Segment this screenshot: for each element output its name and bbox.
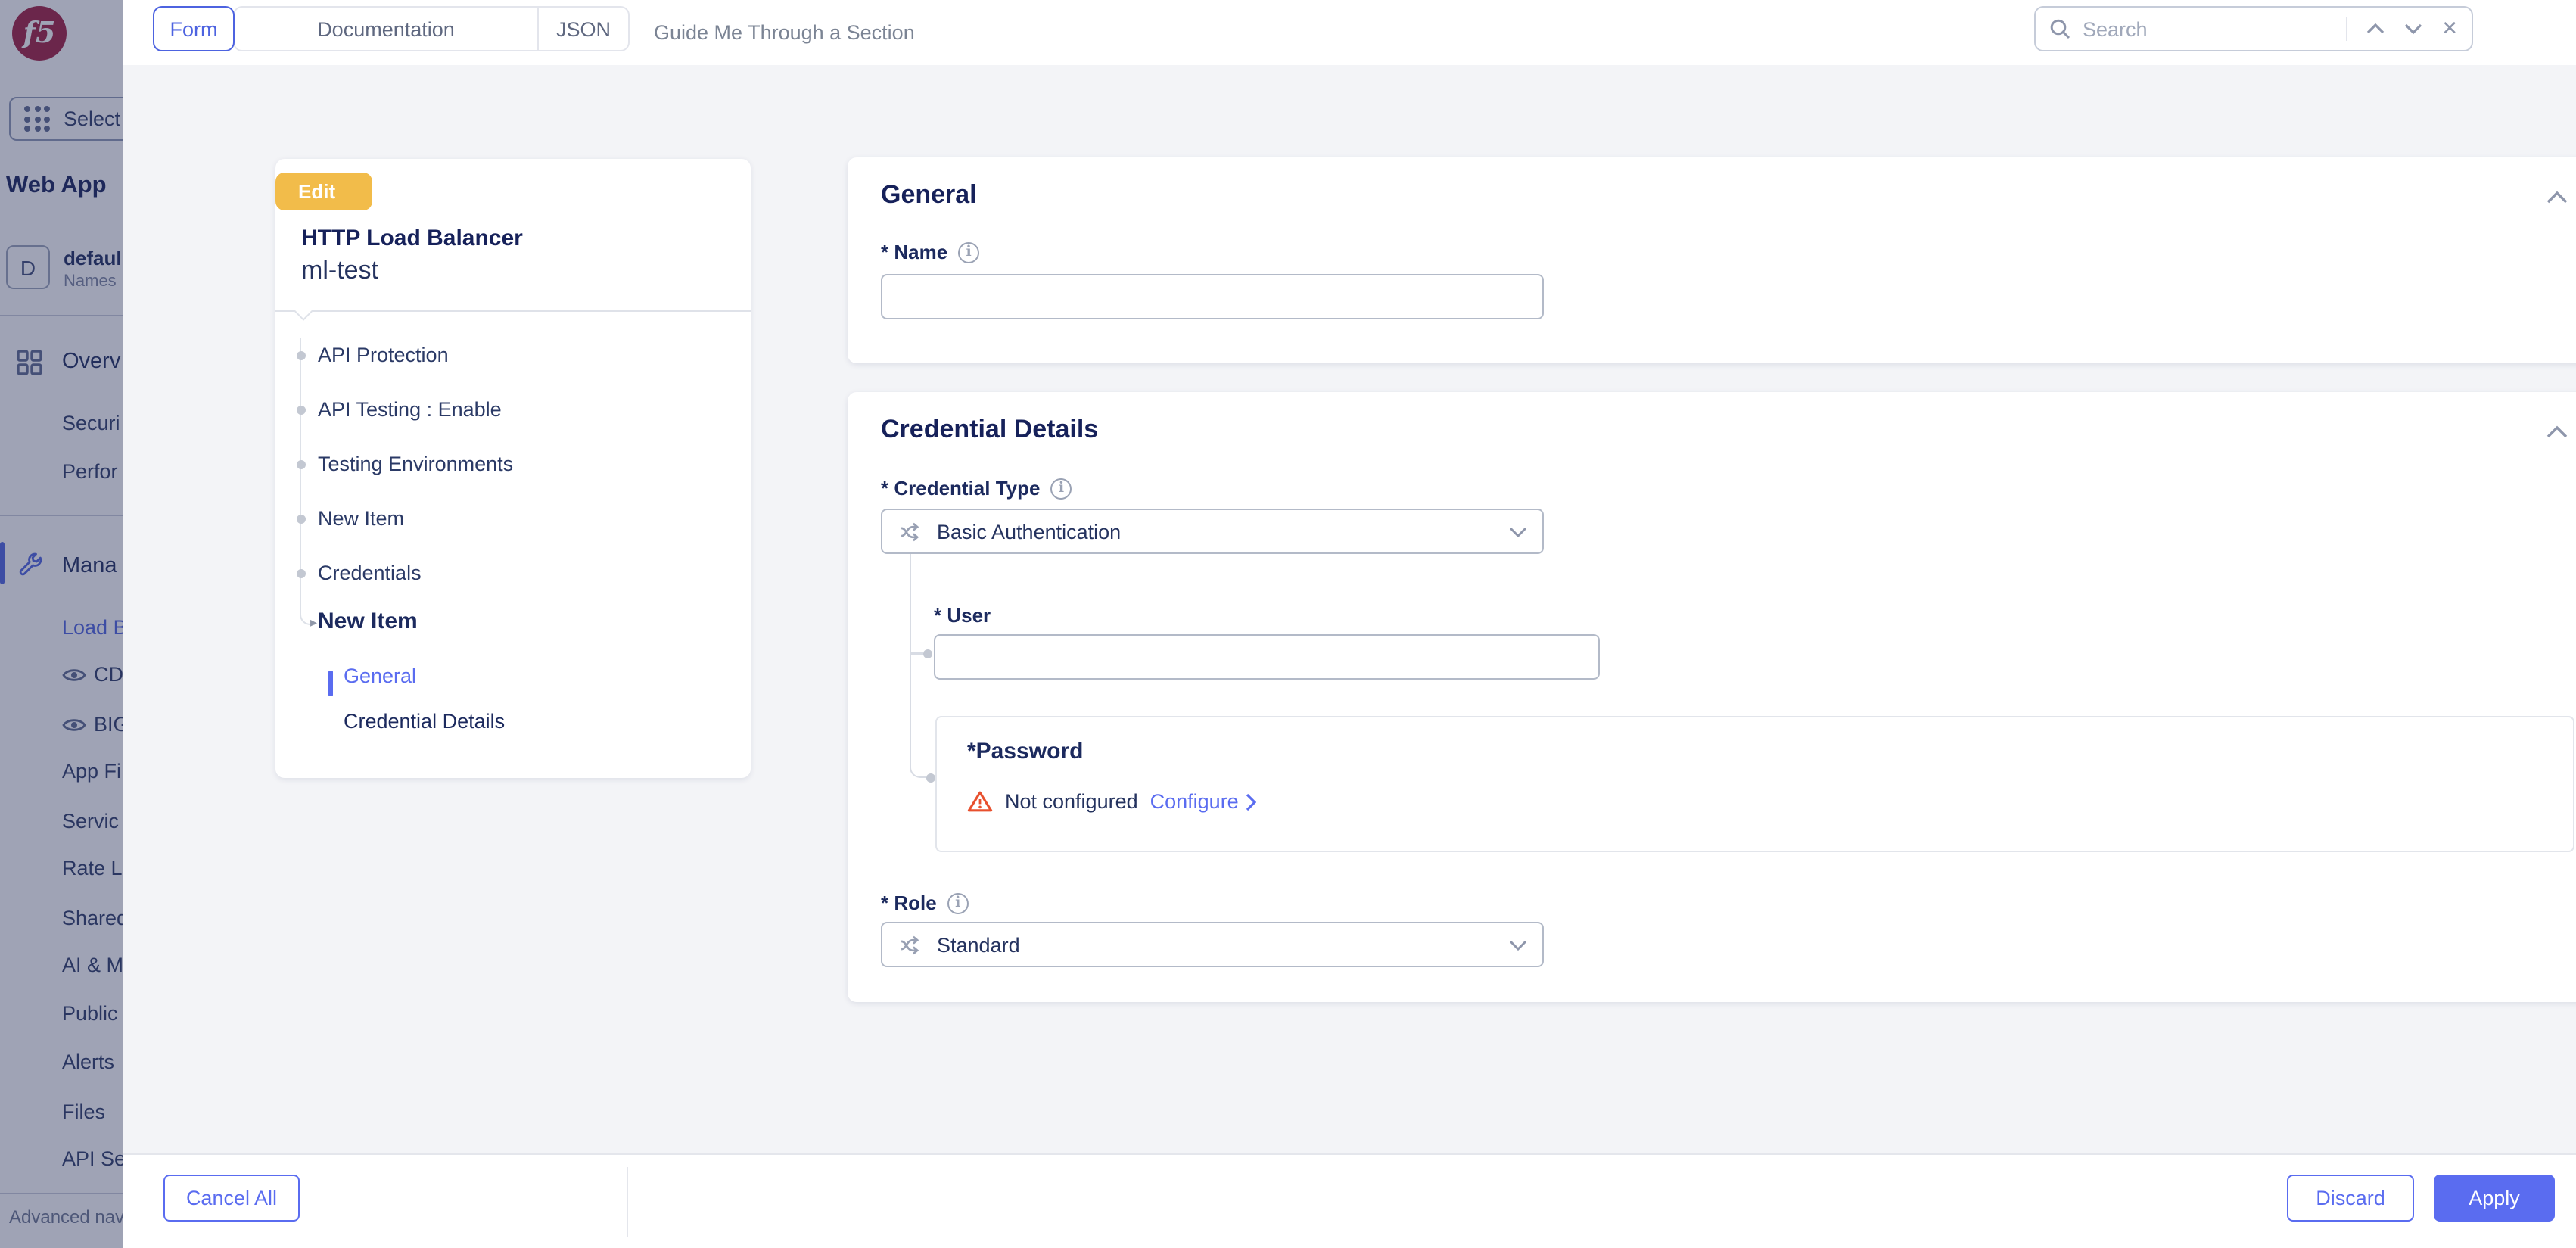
user-input[interactable] — [934, 634, 1600, 680]
tree-bullet — [296, 406, 305, 415]
tree-item-new-item-current[interactable]: New Item — [318, 608, 418, 634]
password-status: Not configured — [1005, 790, 1138, 813]
footer-divider — [627, 1167, 628, 1237]
collapse-section-icon[interactable] — [2546, 191, 2568, 204]
chevron-down-icon — [1509, 526, 1527, 537]
editor-topbar: Form Documentation JSON Guide Me Through… — [123, 0, 2576, 65]
discard-button[interactable]: Discard — [2287, 1175, 2414, 1222]
editor-content: Edit HTTP Load Balancer ml-test ▸ API Pr… — [123, 65, 2576, 1154]
credential-type-select[interactable]: Basic Authentication — [881, 509, 1544, 554]
search-box: ✕ — [2034, 6, 2473, 51]
tree-item-testing-environments[interactable]: Testing Environments — [318, 453, 513, 475]
object-name: ml-test — [301, 256, 378, 286]
view-tab-group: Documentation JSON — [233, 6, 630, 51]
tab-documentation[interactable]: Documentation — [235, 8, 539, 50]
apply-button[interactable]: Apply — [2434, 1175, 2555, 1222]
user-field-label: * User — [934, 604, 991, 627]
search-close-icon[interactable]: ✕ — [2441, 17, 2458, 41]
branch-selector-icon — [898, 932, 923, 957]
tree-bullet — [296, 351, 305, 360]
configure-link-text: Configure — [1150, 790, 1239, 813]
modal-scrim — [0, 0, 123, 1248]
credential-details-title: Credential Details — [881, 415, 1098, 445]
edit-mode-badge: Edit — [275, 173, 372, 210]
tree-bullet — [296, 569, 305, 578]
role-field-label: * Role i — [881, 892, 969, 914]
nested-connector-line — [910, 554, 925, 770]
collapse-section-icon[interactable] — [2546, 425, 2568, 439]
password-subsection: *Password Not configured Configure — [935, 716, 2574, 852]
guide-me-link[interactable]: Guide Me Through a Section — [654, 0, 915, 65]
tree-item-credentials[interactable]: Credentials — [318, 562, 422, 584]
name-input[interactable] — [881, 274, 1544, 319]
search-next-icon[interactable] — [2403, 23, 2423, 35]
active-tree-child-indicator — [328, 671, 333, 696]
warning-icon — [967, 790, 993, 813]
editor-footer: Cancel All Discard Apply — [123, 1153, 2576, 1248]
panel-divider — [275, 310, 751, 312]
nested-connector-dot — [926, 773, 935, 782]
search-prev-icon[interactable] — [2366, 23, 2385, 35]
info-icon[interactable]: i — [947, 892, 969, 913]
object-nav-panel: Edit HTTP Load Balancer ml-test ▸ API Pr… — [275, 159, 751, 778]
nested-connector-elbow — [910, 760, 926, 778]
info-icon[interactable]: i — [958, 241, 979, 263]
branch-selector-icon — [898, 518, 923, 544]
password-label: *Password — [967, 739, 1083, 764]
panel-divider-notch — [294, 301, 313, 320]
tab-form[interactable]: Form — [153, 6, 235, 51]
name-label-text: * Name — [881, 241, 947, 263]
credential-details-card: Credential Details * Credential Type i B… — [848, 392, 2576, 1002]
app-root: f5 Select Web App D defaul Names Overv S… — [0, 0, 2576, 1248]
nested-connector-dot — [923, 649, 932, 658]
general-section-card: General * Name i — [848, 157, 2576, 363]
tree-bullet — [296, 515, 305, 524]
tree-child-credential-details[interactable]: Credential Details — [344, 710, 505, 733]
tree-child-general[interactable]: General — [344, 664, 416, 687]
role-select[interactable]: Standard — [881, 922, 1544, 967]
credential-type-label-text: * Credential Type — [881, 477, 1040, 500]
tree-item-api-protection[interactable]: API Protection — [318, 344, 449, 366]
role-label-text: * Role — [881, 892, 937, 914]
general-section-title: General — [881, 180, 977, 210]
tree-bullet — [296, 460, 305, 469]
search-input[interactable] — [2083, 17, 2346, 40]
role-value: Standard — [937, 933, 1495, 956]
object-type-title: HTTP Load Balancer — [301, 226, 523, 251]
tree-expand-arrow: ▸ — [310, 615, 317, 631]
info-icon[interactable]: i — [1050, 478, 1072, 499]
configure-password-link[interactable]: Configure — [1150, 790, 1257, 813]
tab-json[interactable]: JSON — [539, 8, 628, 50]
nested-connector-stub — [910, 652, 923, 655]
chevron-down-icon — [1509, 939, 1527, 950]
cancel-all-button[interactable]: Cancel All — [163, 1175, 300, 1222]
search-icon — [2049, 18, 2070, 39]
tree-item-new-item[interactable]: New Item — [318, 507, 404, 530]
chevron-right-icon — [1246, 792, 1257, 811]
credential-type-value: Basic Authentication — [937, 520, 1495, 543]
user-label-text: * User — [934, 604, 991, 627]
tree-item-api-testing[interactable]: API Testing : Enable — [318, 398, 502, 421]
credential-type-label: * Credential Type i — [881, 477, 1072, 500]
name-field-label: * Name i — [881, 241, 979, 263]
tree-connector-line — [300, 338, 315, 625]
